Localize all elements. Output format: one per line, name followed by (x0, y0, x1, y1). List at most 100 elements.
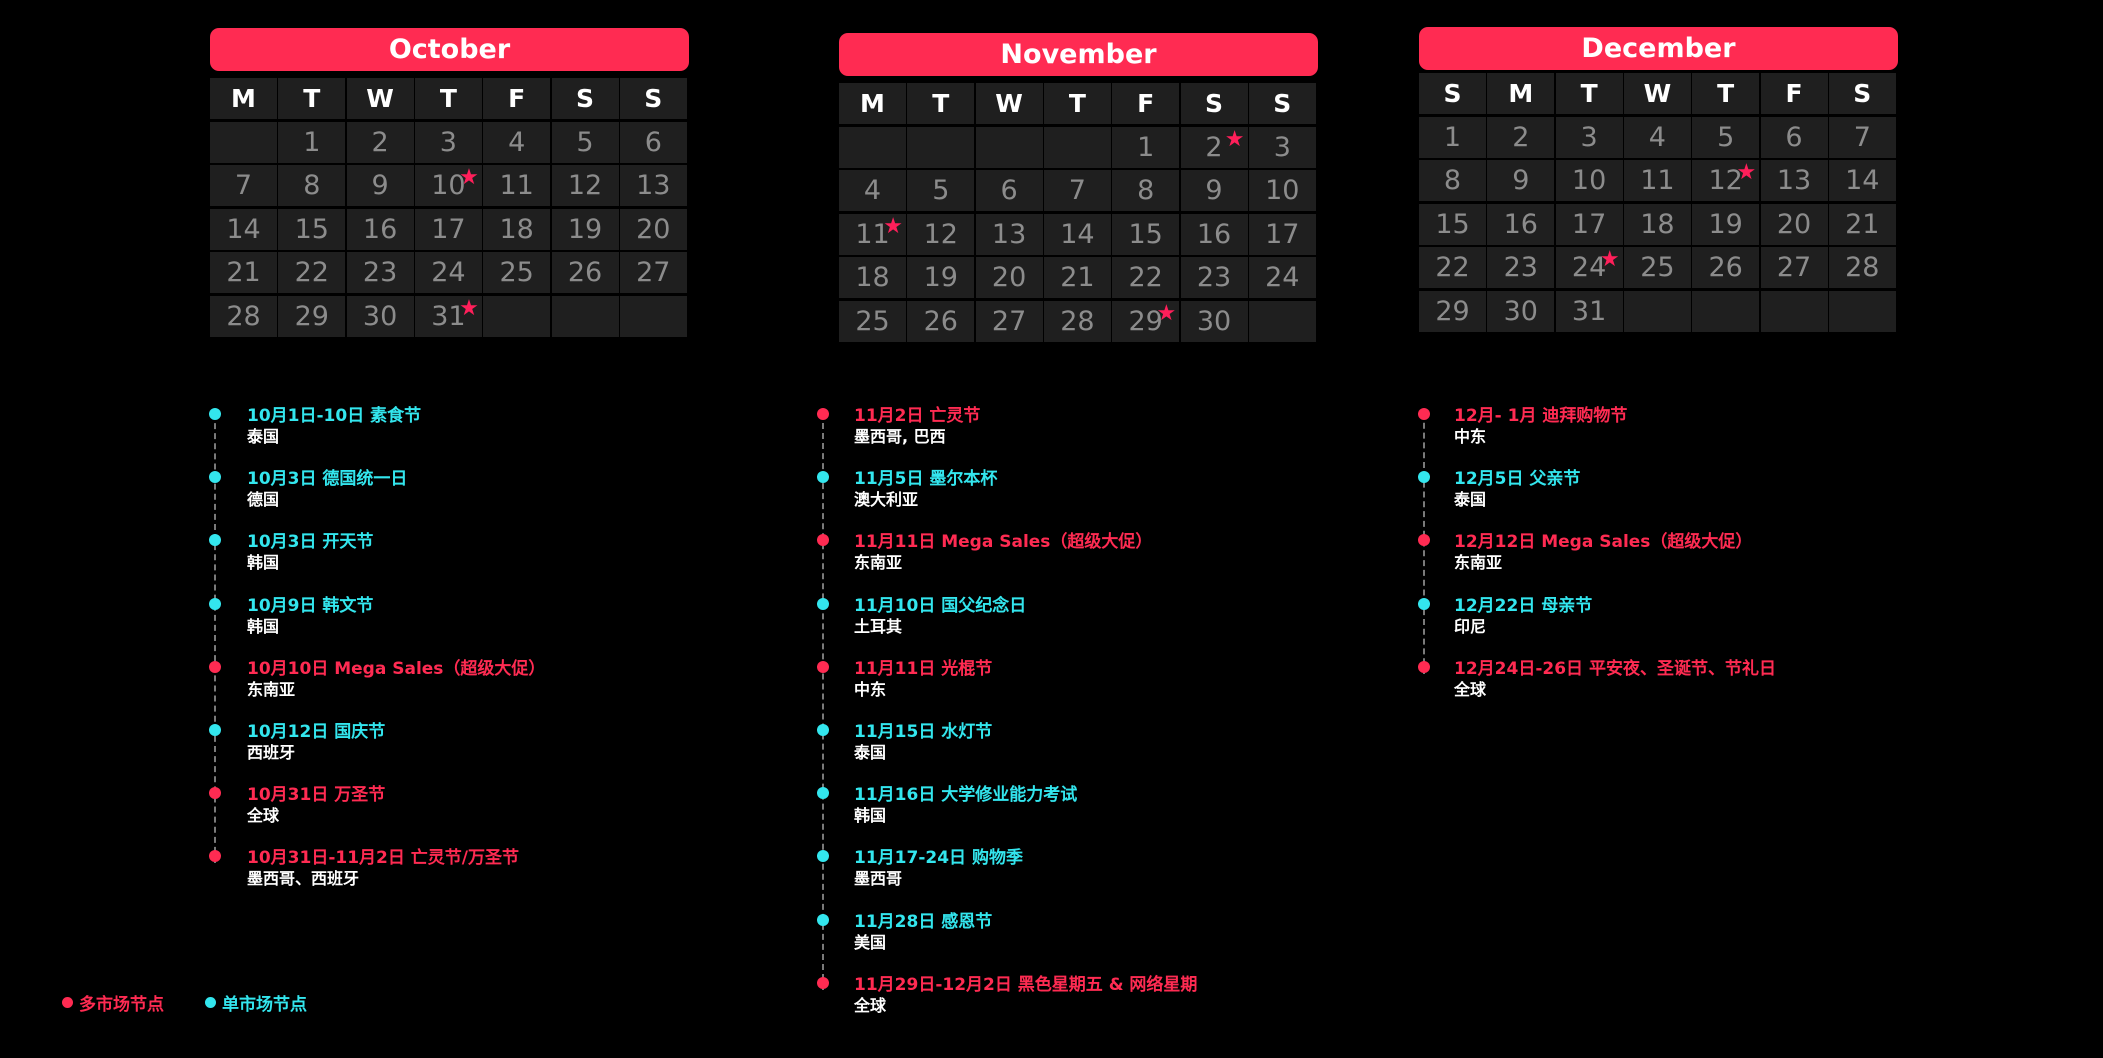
event-region: 东南亚 (247, 679, 296, 699)
timeline-dot (1418, 408, 1430, 420)
day-cell: 10 ★ (414, 165, 482, 206)
empty-cell (551, 295, 619, 337)
day-number: 22 (294, 257, 329, 288)
day-number: 13 (1776, 165, 1812, 196)
day-cell: 4 (839, 170, 906, 211)
event-region: 墨西哥 (854, 869, 903, 889)
weekday-header: W (975, 83, 1043, 124)
day-number: 3 (439, 126, 457, 158)
timeline-dot (817, 408, 829, 420)
empty-cell (619, 295, 687, 337)
day-number: 5 (1717, 121, 1735, 153)
day-cell: 9 (1180, 170, 1248, 211)
empty-cell (1043, 126, 1111, 168)
timeline-dot (1418, 534, 1430, 547)
day-cell: 1 (1419, 116, 1486, 158)
day-number: 15 (294, 213, 329, 245)
weekday-header: W (1623, 73, 1691, 114)
day-cell: 31 (1555, 290, 1623, 332)
day-number: 8 (1443, 165, 1462, 196)
day-cell: 5 (551, 121, 619, 163)
day-number: 7 (234, 170, 253, 201)
day-cell: 23 (1180, 257, 1248, 298)
day-number: 30 (1196, 305, 1232, 337)
day-number: 23 (1196, 262, 1232, 293)
day-number: 28 (226, 300, 261, 332)
day-cell: 20 (975, 257, 1043, 298)
day-cell: 16 (1487, 203, 1555, 245)
day-number: 30 (1503, 295, 1538, 327)
day-number: 5 (932, 175, 950, 206)
timeline-dot (817, 976, 829, 989)
event-region: 澳大利亚 (854, 490, 919, 510)
day-cell: 3 (1248, 126, 1316, 168)
day-cell: 7 (210, 165, 277, 206)
event-title: 12月24日-26日 平安夜、圣诞节、节礼日 (1454, 658, 1776, 679)
day-number: 23 (362, 257, 398, 288)
event-region: 美国 (854, 932, 887, 952)
empty-cell (1828, 290, 1896, 332)
weekday-header: T (278, 78, 346, 119)
day-number: 27 (636, 257, 671, 288)
day-number: 25 (499, 257, 534, 288)
day-cell: 21 (210, 252, 277, 293)
day-cell: 19 (1692, 203, 1760, 245)
event-region: 泰国 (854, 743, 887, 762)
day-number: 14 (1845, 165, 1880, 196)
day-cell: 31 ★ (414, 295, 482, 337)
day-cell: 29 (1419, 290, 1486, 332)
legend-label: 单市场节点 (222, 995, 307, 1015)
day-cell: 12 (907, 213, 975, 255)
event-region: 东南亚 (1454, 553, 1503, 573)
event-region: 全球 (247, 806, 280, 826)
day-cell: 30 (1487, 290, 1555, 332)
weekday-header: M (839, 83, 906, 124)
weekday-header: T (1043, 83, 1111, 124)
weekday-header: S (619, 78, 687, 119)
day-cell: 14 (1043, 213, 1111, 255)
timeline-dot (817, 787, 829, 800)
legend-dot (205, 997, 216, 1008)
timeline-dot (817, 534, 829, 547)
weekday-header: M (210, 78, 277, 119)
day-number: 8 (303, 170, 321, 201)
weekday-header: W (346, 78, 414, 119)
day-cell: 3 (1555, 116, 1623, 158)
event-title: 11月29日-12月2日 黑色星期五 & 网络星期 (854, 974, 1198, 995)
day-cell: 1 (278, 121, 346, 163)
day-cell: 24 (1248, 257, 1316, 298)
day-cell: 11 ★ (839, 213, 906, 255)
day-number: 26 (923, 305, 958, 337)
weekday-header: T (1555, 73, 1623, 114)
day-cell: 15 (1112, 213, 1180, 255)
weekday-header: S (1180, 83, 1248, 124)
timeline-dot (1418, 471, 1430, 484)
event-region: 韩国 (247, 616, 280, 636)
day-number: 6 (644, 126, 662, 158)
day-number: 6 (1000, 175, 1018, 206)
timeline-dot (209, 597, 221, 610)
day-number: 4 (863, 175, 882, 206)
day-cell: 17 (1248, 213, 1316, 255)
day-cell: 12 (551, 165, 619, 206)
legend-item-single: 单市场节点 (205, 990, 307, 1015)
day-number: 18 (855, 262, 890, 293)
day-number: 1 (303, 126, 321, 158)
day-cell: 25 (1623, 247, 1691, 288)
timeline-dot (209, 408, 221, 420)
weekday-header: F (483, 78, 551, 119)
event-region: 东南亚 (854, 553, 903, 573)
weekday-header: T (414, 78, 482, 119)
day-number: 1 (1443, 121, 1462, 153)
day-number: 29 (294, 300, 329, 332)
day-cell: 21 (1043, 257, 1111, 298)
day-number: 15 (1128, 218, 1163, 250)
timeline-line (822, 413, 824, 990)
day-number: 3 (1580, 121, 1598, 153)
day-cell: 17 (414, 208, 482, 250)
day-number: 3 (1273, 131, 1291, 163)
day-cell: 24 (414, 252, 482, 293)
legend-label: 多市场节点 (79, 995, 164, 1015)
timeline-dot (209, 787, 221, 800)
event-region: 墨西哥、西班牙 (247, 869, 360, 889)
